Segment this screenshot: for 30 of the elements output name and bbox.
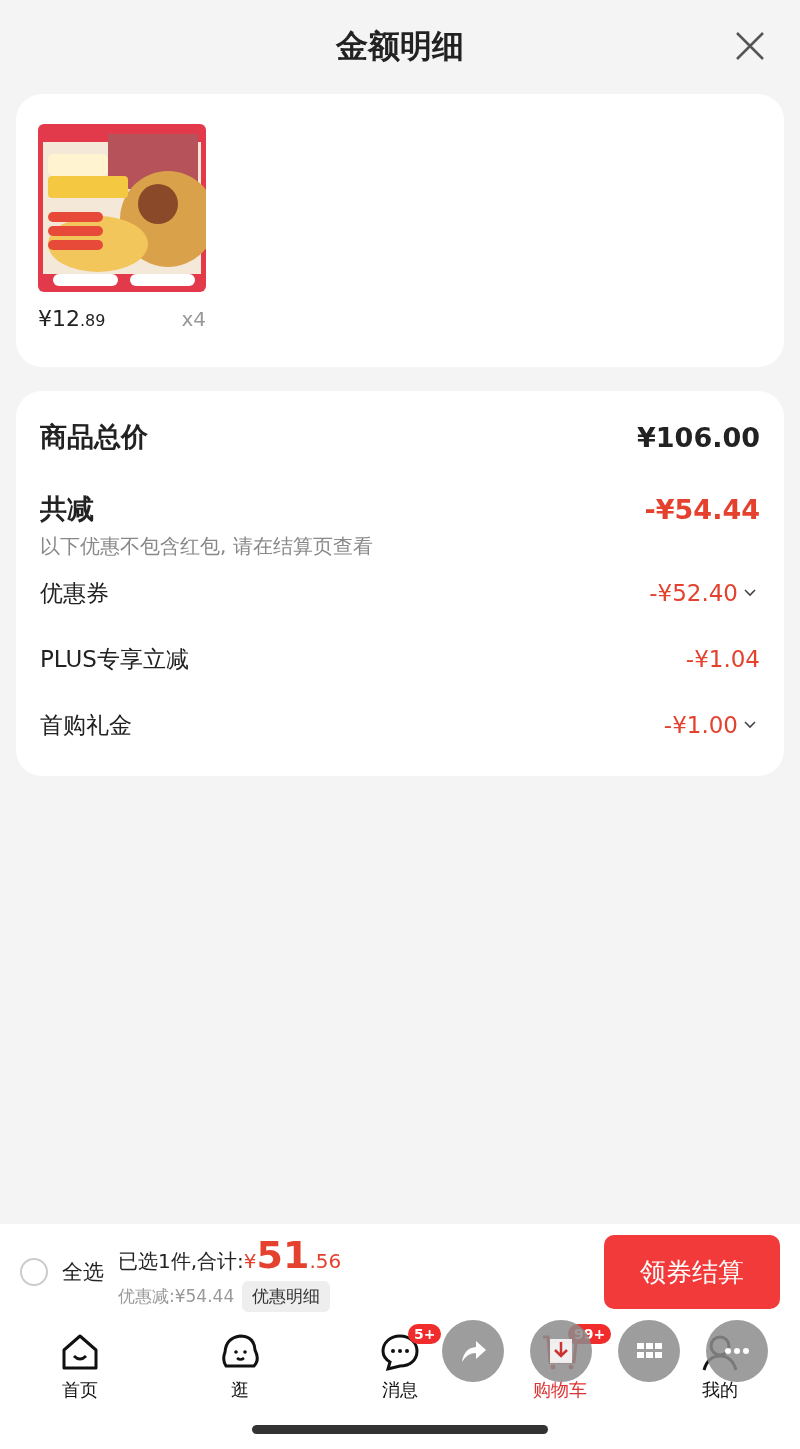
chevron-down-icon[interactable]: [744, 589, 756, 597]
discount-item-amount: -¥1.00: [663, 712, 738, 738]
close-icon[interactable]: [734, 30, 766, 62]
select-all-checkbox[interactable]: [20, 1258, 48, 1286]
discount-label: 共减: [40, 492, 94, 526]
discount-detail-button[interactable]: 优惠明细: [242, 1280, 331, 1312]
select-all-label[interactable]: 全选: [62, 1258, 104, 1286]
nav-tab[interactable]: 首页: [0, 1320, 160, 1410]
product-price: ¥12.89: [38, 306, 106, 331]
discount-note: 以下优惠不包含红包, 请在结算页查看: [40, 533, 374, 560]
product-quantity: x4: [181, 307, 206, 331]
total-amount: ¥106.00: [637, 421, 760, 453]
total-price: ¥51.56: [243, 1232, 342, 1277]
nav-tab[interactable]: 逛: [160, 1320, 320, 1410]
discount-item-amount: -¥52.40: [649, 580, 738, 606]
discount-item-amount: -¥1.04: [685, 646, 760, 672]
discount-item-label: 首购礼金: [40, 710, 132, 740]
more-icon: [725, 1348, 749, 1354]
checkout-button[interactable]: 领券结算: [604, 1235, 780, 1309]
home-icon: [60, 1332, 100, 1372]
discount-amount: -¥54.44: [644, 493, 760, 525]
discount-item-label: PLUS专享立减: [40, 644, 189, 674]
chevron-down-icon[interactable]: [744, 721, 756, 729]
total-label: 商品总价: [40, 420, 148, 454]
notification-badge: 5+: [408, 1324, 442, 1344]
page-title: 金额明细: [336, 26, 464, 67]
nav-tab[interactable]: 5+ 消息: [320, 1320, 480, 1410]
saved-amount: 优惠减:¥54.44: [118, 1284, 235, 1308]
discount-item-label: 优惠券: [40, 578, 109, 608]
selected-summary: 已选1件,合计:: [118, 1247, 244, 1275]
